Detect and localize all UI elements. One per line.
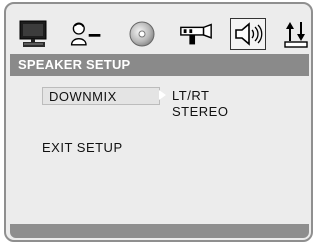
speaker-icon[interactable] [230,18,266,50]
footer-bar [10,224,309,238]
video-camera-icon[interactable] [178,18,214,50]
general-setup-monitor-icon[interactable] [16,18,52,50]
menu-item-exit-setup[interactable]: EXIT SETUP [42,140,123,155]
menu-item-downmix[interactable]: DOWNMIX [42,87,160,105]
submenu-arrow-icon [159,90,166,100]
option-lt-rt[interactable]: LT/RT [172,88,209,103]
preference-user-icon[interactable] [68,18,104,50]
section-header: SPEAKER SETUP [10,54,309,76]
setup-panel: SPEAKER SETUP DOWNMIX LT/RT STEREO EXIT … [4,2,313,242]
section-title: SPEAKER SETUP [18,57,131,72]
sort-arrows-icon[interactable] [278,18,314,50]
setup-toolbar [12,12,308,56]
disc-icon[interactable] [124,18,160,50]
option-stereo[interactable]: STEREO [172,104,228,119]
menu-item-label: DOWNMIX [49,89,117,104]
